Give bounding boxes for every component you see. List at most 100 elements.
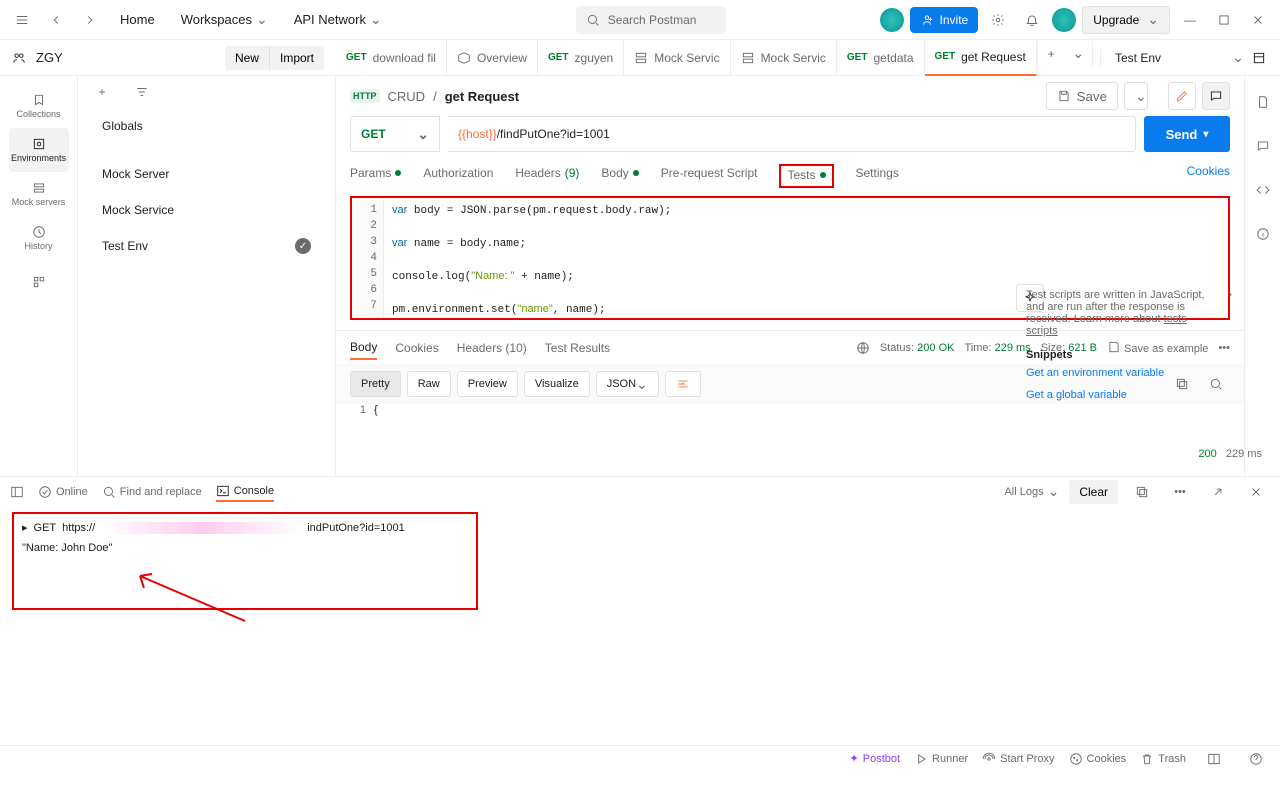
tab-params[interactable]: Params [350, 164, 401, 188]
people-icon [12, 51, 26, 65]
env-quicklook-icon[interactable] [1252, 51, 1266, 65]
import-button[interactable]: Import [269, 46, 324, 70]
pretty-button[interactable]: Pretty [350, 371, 401, 397]
snippet-env-var[interactable]: Get an environment variable [1026, 367, 1232, 379]
more-logs-icon[interactable]: ••• [1166, 478, 1194, 506]
chat-icon[interactable] [1249, 132, 1277, 160]
workspace-name: ZGY [36, 50, 63, 65]
minimize-icon[interactable]: — [1176, 6, 1204, 34]
online-status[interactable]: Online [38, 485, 88, 499]
avatar-2[interactable] [1052, 8, 1076, 32]
trash[interactable]: Trash [1140, 752, 1186, 766]
find-replace[interactable]: Find and replace [102, 485, 202, 499]
workspaces-nav[interactable]: Workspaces [171, 11, 278, 28]
api-network-nav[interactable]: API Network [284, 11, 392, 28]
check-icon: ✓ [295, 238, 311, 254]
save-button[interactable]: Save [1046, 82, 1118, 110]
tab-auth[interactable]: Authorization [423, 164, 493, 188]
cookies-link[interactable]: Cookies [1187, 164, 1230, 188]
avatar-1[interactable] [880, 8, 904, 32]
new-tab-icon[interactable]: + [1037, 40, 1065, 68]
tab-more-icon[interactable] [1065, 40, 1093, 68]
rail-history[interactable]: History [9, 216, 69, 260]
tab-settings[interactable]: Settings [856, 164, 899, 188]
preview-button[interactable]: Preview [457, 371, 518, 397]
globe-icon [856, 341, 870, 355]
wrap-icon[interactable] [665, 371, 701, 397]
response-body: { [374, 404, 378, 416]
env-mockserver[interactable]: Mock Server [78, 156, 335, 192]
breadcrumb-folder[interactable]: CRUD [388, 89, 426, 104]
edit-icon[interactable] [1168, 82, 1196, 110]
popout-icon[interactable] [1204, 478, 1232, 506]
postbot[interactable]: ✦ Postbot [850, 752, 901, 765]
settings-icon[interactable] [984, 6, 1012, 34]
env-globals[interactable]: Globals [78, 108, 335, 144]
resp-tab-headers[interactable]: Headers (10) [457, 341, 527, 355]
invite-button[interactable]: Invite [910, 7, 979, 33]
close-console-icon[interactable] [1242, 478, 1270, 506]
resp-tab-results[interactable]: Test Results [545, 341, 610, 355]
new-button[interactable]: New [225, 46, 269, 70]
add-env-icon[interactable]: + [88, 78, 116, 106]
rail-environments[interactable]: Environments [9, 128, 69, 172]
filter-icon[interactable] [128, 78, 156, 106]
format-select[interactable]: JSON [596, 371, 659, 397]
rail-more[interactable] [9, 260, 69, 304]
snippets-header: Snippets [1026, 349, 1232, 361]
runner[interactable]: Runner [914, 752, 968, 766]
search-icon [586, 13, 600, 27]
tab-mock2[interactable]: Mock Servic [731, 40, 837, 76]
annotation-arrow [130, 566, 250, 626]
maximize-icon[interactable] [1210, 6, 1238, 34]
upgrade-button[interactable]: Upgrade [1082, 6, 1170, 34]
doc-icon[interactable] [1249, 88, 1277, 116]
snippet-global-var[interactable]: Get a global variable [1026, 389, 1232, 401]
send-button[interactable]: Send▾ [1144, 116, 1230, 152]
tab-prescript[interactable]: Pre-request Script [661, 164, 758, 188]
code-icon[interactable] [1249, 176, 1277, 204]
copy-logs-icon[interactable] [1128, 478, 1156, 506]
back-icon[interactable] [42, 6, 70, 34]
breadcrumb-name: get Request [445, 89, 519, 104]
visualize-button[interactable]: Visualize [524, 371, 590, 397]
sidebar-toggle-icon[interactable] [10, 485, 24, 499]
close-window-icon[interactable] [1244, 6, 1272, 34]
env-mockservice[interactable]: Mock Service [78, 192, 335, 228]
info-icon[interactable] [1249, 220, 1277, 248]
chevron-right-icon[interactable]: › [1228, 289, 1232, 337]
tab-zguyen[interactable]: GETzguyen [538, 40, 624, 76]
rail-collections[interactable]: Collections [9, 84, 69, 128]
method-select[interactable]: GET [350, 116, 440, 152]
tab-getrequest[interactable]: GETget Request [925, 40, 1037, 76]
tab-body[interactable]: Body [601, 164, 638, 188]
tab-mock1[interactable]: Mock Servic [624, 40, 730, 76]
hamburger-icon[interactable] [8, 6, 36, 34]
tab-getdata[interactable]: GETgetdata [837, 40, 925, 76]
tab-download[interactable]: GETdownload fil [336, 40, 447, 76]
start-proxy[interactable]: Start Proxy [982, 752, 1054, 766]
tab-tests[interactable]: Tests [779, 164, 833, 188]
save-dropdown[interactable] [1124, 82, 1148, 110]
resp-tab-cookies[interactable]: Cookies [395, 341, 438, 355]
all-logs[interactable]: All Logs [1004, 483, 1059, 500]
bell-icon[interactable] [1018, 6, 1046, 34]
resp-tab-body[interactable]: Body [350, 340, 377, 360]
home-nav[interactable]: Home [110, 12, 165, 27]
tab-overview[interactable]: Overview [447, 40, 538, 76]
comment-icon[interactable] [1202, 82, 1230, 110]
help-icon[interactable] [1242, 745, 1270, 773]
url-input[interactable]: {{host}}/findPutOne?id=1001 [448, 116, 1136, 152]
bottom-cookies[interactable]: Cookies [1069, 752, 1127, 766]
environment-select[interactable]: Test Env [1100, 49, 1280, 66]
env-testenv[interactable]: Test Env✓ [78, 228, 335, 264]
rail-mock[interactable]: Mock servers [9, 172, 69, 216]
two-pane-icon[interactable] [1200, 745, 1228, 773]
http-icon: HTTP [350, 89, 380, 103]
tab-headers[interactable]: Headers (9) [515, 164, 579, 188]
raw-button[interactable]: Raw [407, 371, 451, 397]
clear-button[interactable]: Clear [1069, 480, 1118, 504]
forward-icon[interactable] [76, 6, 104, 34]
console-toggle[interactable]: Console [216, 484, 274, 502]
search-input[interactable]: Search Postman [576, 6, 726, 34]
